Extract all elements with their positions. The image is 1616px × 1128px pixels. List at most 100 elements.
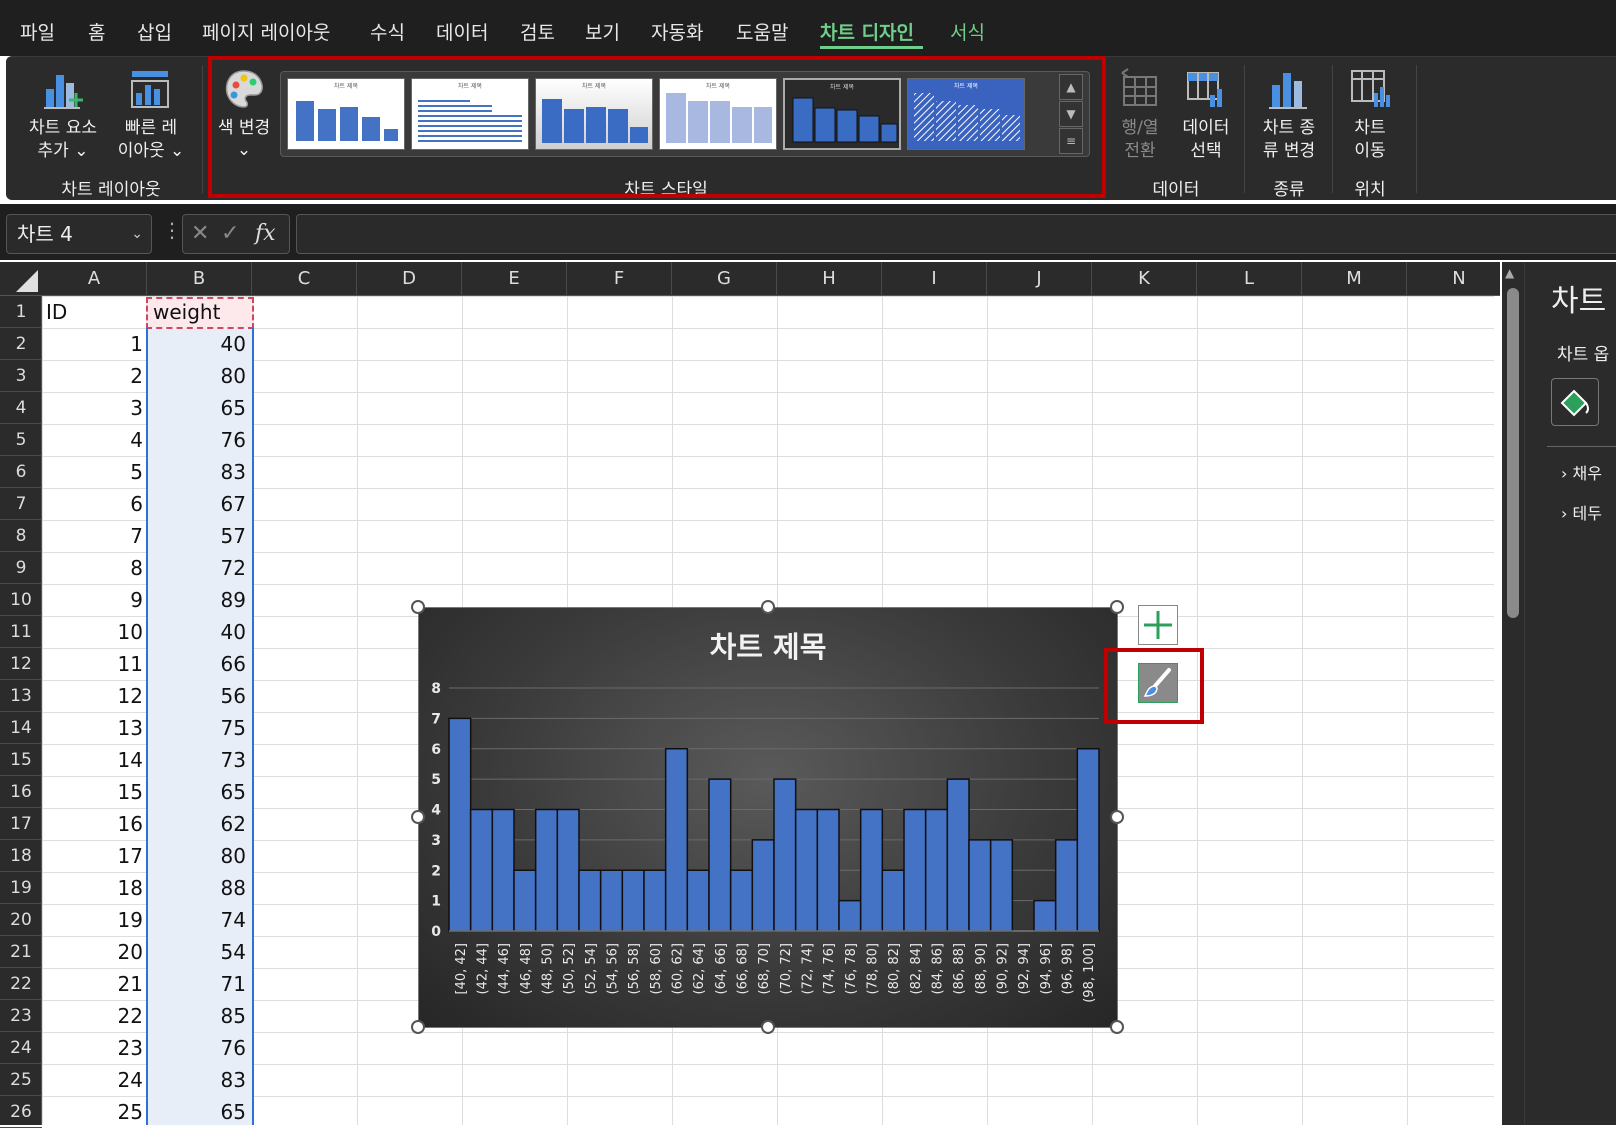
column-header-C[interactable]: C <box>252 262 357 296</box>
tab-chart-design[interactable]: 차트 디자인 <box>820 18 914 45</box>
chart-bar[interactable] <box>556 808 580 932</box>
cell-B4[interactable]: 65 <box>147 392 246 424</box>
cell-A18[interactable]: 17 <box>42 840 143 872</box>
row-header-17[interactable]: 17 <box>0 808 42 840</box>
cell-A3[interactable]: 2 <box>42 360 143 392</box>
cell-B23[interactable]: 85 <box>147 1000 246 1032</box>
resize-handle-tr[interactable] <box>1110 600 1124 614</box>
name-box[interactable]: 차트 4 ⌄ <box>6 214 152 254</box>
tab-review[interactable]: 검토 <box>520 18 555 45</box>
row-header-6[interactable]: 6 <box>0 456 42 488</box>
cell-B19[interactable]: 88 <box>147 872 246 904</box>
cell-A2[interactable]: 1 <box>42 328 143 360</box>
row-header-11[interactable]: 11 <box>0 616 42 648</box>
cell-B13[interactable]: 56 <box>147 680 246 712</box>
chart-bar[interactable] <box>491 808 515 932</box>
insert-function-icon[interactable]: fx <box>255 221 276 246</box>
enter-icon[interactable]: ✓ <box>221 221 239 246</box>
resize-handle-t[interactable] <box>761 600 775 614</box>
cell-A19[interactable]: 18 <box>42 872 143 904</box>
cell-B15[interactable]: 73 <box>147 744 246 776</box>
change-colors-button[interactable]: 색 변경 ⌄ <box>212 63 276 163</box>
pane-subtitle[interactable]: 차트 옵 <box>1557 340 1609 365</box>
column-header-F[interactable]: F <box>567 262 672 296</box>
chart-bar[interactable] <box>448 717 472 932</box>
chart-bar[interactable] <box>968 839 992 932</box>
row-header-18[interactable]: 18 <box>0 840 42 872</box>
cell-B11[interactable]: 40 <box>147 616 246 648</box>
chart-bar[interactable] <box>643 869 667 932</box>
row-header-16[interactable]: 16 <box>0 776 42 808</box>
cell-B7[interactable]: 67 <box>147 488 246 520</box>
column-header-K[interactable]: K <box>1092 262 1197 296</box>
change-chart-type-button[interactable]: 차트 종 류 변경 <box>1250 63 1328 163</box>
chart-bar[interactable] <box>578 869 602 932</box>
cell-A24[interactable]: 23 <box>42 1032 143 1064</box>
cell-A6[interactable]: 5 <box>42 456 143 488</box>
cell-A22[interactable]: 21 <box>42 968 143 1000</box>
resize-handle-bl[interactable] <box>411 1020 425 1034</box>
column-header-I[interactable]: I <box>882 262 987 296</box>
tab-home[interactable]: 홈 <box>88 18 105 45</box>
tab-insert[interactable]: 삽입 <box>137 18 172 45</box>
quick-layout-button[interactable]: 빠른 레 이아웃 ⌄ <box>108 63 194 163</box>
cell-A16[interactable]: 15 <box>42 776 143 808</box>
row-header-20[interactable]: 20 <box>0 904 42 936</box>
cell-A7[interactable]: 6 <box>42 488 143 520</box>
row-header-10[interactable]: 10 <box>0 584 42 616</box>
histogram-chart[interactable]: 차트 제목 0 1 2 3 4 5 6 7 8 [40, 42] (42, 44] (44, 46](… <box>418 607 1118 1028</box>
cell-A21[interactable]: 20 <box>42 936 143 968</box>
cell-A5[interactable]: 4 <box>42 424 143 456</box>
chart-styles-button[interactable] <box>1138 663 1178 703</box>
fill-line-tab[interactable] <box>1551 378 1599 426</box>
add-chart-element-button[interactable]: 차트 요소 추가 ⌄ <box>18 63 104 163</box>
move-chart-button[interactable]: 차트 이동 <box>1336 63 1404 163</box>
row-header-2[interactable]: 2 <box>0 328 42 360</box>
row-header-22[interactable]: 22 <box>0 968 42 1000</box>
row-header-13[interactable]: 13 <box>0 680 42 712</box>
vertical-scrollbar[interactable]: ▲ <box>1502 262 1524 1125</box>
cell-A10[interactable]: 9 <box>42 584 143 616</box>
column-header-G[interactable]: G <box>672 262 777 296</box>
cell-B1[interactable]: weight <box>153 296 253 328</box>
chart-bar[interactable] <box>903 808 927 932</box>
chart-bar[interactable] <box>816 808 840 932</box>
cell-B12[interactable]: 66 <box>147 648 246 680</box>
resize-handle-b[interactable] <box>761 1020 775 1034</box>
chart-bar[interactable] <box>989 839 1014 932</box>
tab-formulas[interactable]: 수식 <box>370 18 405 45</box>
row-header-1[interactable]: 1 <box>0 296 42 328</box>
cell-B21[interactable]: 54 <box>147 936 246 968</box>
fill-section[interactable]: › 채우 <box>1561 460 1602 484</box>
resize-handle-l[interactable] <box>411 810 425 824</box>
chart-style-1[interactable]: 차트 제목 <box>287 78 405 150</box>
scroll-thumb[interactable] <box>1507 288 1519 618</box>
chart-style-6[interactable]: 차트 제목 <box>907 78 1025 150</box>
formula-input[interactable] <box>296 214 1616 254</box>
cell-A15[interactable]: 14 <box>42 744 143 776</box>
switch-row-column-button[interactable]: 행/열 전환 <box>1106 63 1174 163</box>
column-header-J[interactable]: J <box>987 262 1092 296</box>
chart-bar[interactable] <box>664 748 689 932</box>
resize-handle-r[interactable] <box>1110 810 1124 824</box>
row-header-7[interactable]: 7 <box>0 488 42 520</box>
tab-file[interactable]: 파일 <box>20 18 55 45</box>
cell-B20[interactable]: 74 <box>147 904 246 936</box>
cell-A9[interactable]: 8 <box>42 552 143 584</box>
tab-data[interactable]: 데이터 <box>436 18 488 45</box>
chart-bar[interactable] <box>859 808 884 932</box>
chart-bar[interactable] <box>751 839 775 932</box>
cell-B10[interactable]: 89 <box>147 584 246 616</box>
chart-bar[interactable] <box>1033 899 1057 932</box>
tab-view[interactable]: 보기 <box>585 18 620 45</box>
chart-bar[interactable] <box>1076 748 1100 932</box>
cell-B2[interactable]: 40 <box>147 328 246 360</box>
resize-handle-br[interactable] <box>1110 1020 1124 1034</box>
chart-elements-button[interactable] <box>1138 605 1178 645</box>
column-header-B[interactable]: B <box>147 262 252 296</box>
tab-automate[interactable]: 자동화 <box>651 18 703 45</box>
select-all-icon[interactable] <box>14 268 40 294</box>
row-header-23[interactable]: 23 <box>0 1000 42 1032</box>
chart-bar[interactable] <box>621 869 645 932</box>
chart-bar[interactable] <box>599 869 624 932</box>
